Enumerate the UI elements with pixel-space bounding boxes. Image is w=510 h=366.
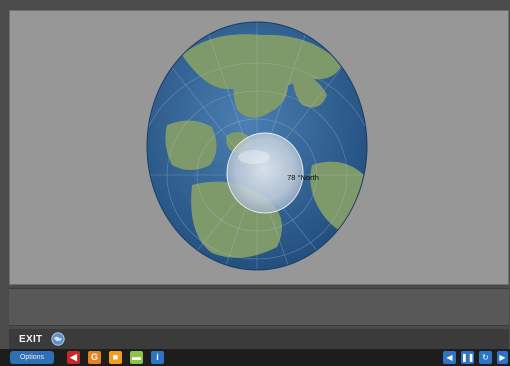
globe bbox=[142, 15, 372, 275]
comment-icon[interactable]: ▬ bbox=[130, 351, 143, 364]
globe-icon[interactable] bbox=[51, 332, 65, 346]
bottom-toolbar: Options ◀ G ■ ▬ i ◀ ❚❚ ↻ ▶ bbox=[0, 349, 510, 366]
glossary-icon[interactable]: G bbox=[88, 351, 101, 364]
content-stage: 78 °North bbox=[9, 10, 509, 285]
latitude-label: 78 °North bbox=[287, 173, 319, 182]
audio-icon[interactable]: ◀ bbox=[67, 351, 80, 364]
globe-illustration bbox=[146, 21, 368, 271]
next-button[interactable]: ▶ bbox=[497, 351, 508, 364]
info-icon[interactable]: i bbox=[151, 351, 164, 364]
player-frame: 78 °North EXIT Options ◀ G ■ ▬ i ◀ ❚❚ ↻ ▶ bbox=[0, 0, 510, 366]
control-bar: EXIT bbox=[9, 329, 509, 349]
pause-button[interactable]: ❚❚ bbox=[461, 351, 474, 364]
caption-panel bbox=[9, 288, 509, 326]
notes-icon[interactable]: ■ bbox=[109, 351, 122, 364]
previous-button[interactable]: ◀ bbox=[443, 351, 456, 364]
exit-button-label[interactable]: EXIT bbox=[19, 334, 42, 345]
lens-highlight bbox=[238, 150, 270, 164]
replay-button[interactable]: ↻ bbox=[479, 351, 492, 364]
options-button[interactable]: Options bbox=[10, 351, 54, 364]
